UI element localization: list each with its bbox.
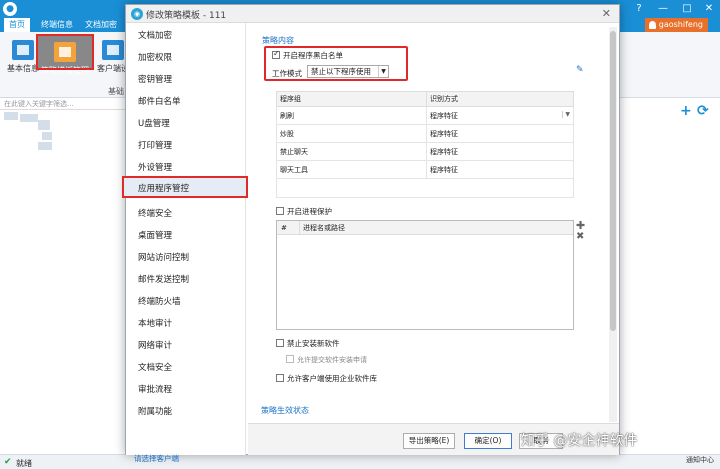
maximize-button[interactable]: □ — [676, 0, 698, 18]
dialog-nav: 文档加密 加密权限 密钥管理 邮件白名单 U盘管理 打印管理 外设管理 应用程序… — [122, 23, 248, 463]
nav-network-audit[interactable]: 网络审计 — [126, 335, 246, 357]
table-row[interactable]: 刷刷 程序特征 ▼ — [276, 106, 574, 125]
nav-print-manage[interactable]: 打印管理 — [126, 135, 246, 157]
detect-method-value: 程序特征 — [430, 111, 458, 120]
tab-doc-encrypt[interactable]: 文档加密 — [80, 18, 122, 32]
work-mode-label: 工作模式 — [272, 69, 302, 78]
minimize-button[interactable]: — — [652, 0, 674, 18]
dialog-title-bar: ◉ 修改策略模板 - 111 ✕ — [126, 5, 619, 23]
edit-pencil-icon[interactable]: ✎ — [576, 65, 584, 75]
nav-extra-features[interactable]: 附属功能 — [126, 401, 246, 423]
table-row[interactable]: 炒股 程序特征 — [276, 124, 574, 143]
tab-terminal-info[interactable]: 终端信息 — [36, 18, 78, 32]
dialog-title: 修改策略模板 - 111 — [146, 11, 227, 21]
scrollbar-thumb[interactable] — [610, 31, 616, 331]
chevron-down-icon[interactable]: ▼ — [562, 110, 570, 118]
watermark: 知乎 @安企神软件 — [521, 433, 638, 449]
allow-client-lib-checkbox[interactable]: 允许客户端使用企业软件库 — [276, 373, 377, 384]
template-manage-button[interactable]: 策略模板管理 — [36, 34, 94, 75]
nav-doc-security[interactable]: 文档安全 — [126, 357, 246, 379]
check-icon: ✔ — [4, 457, 12, 467]
search-input[interactable]: 在此键入关键字筛选... — [0, 98, 127, 110]
nav-doc-encrypt[interactable]: 文档加密 — [126, 25, 246, 47]
nav-encrypt-permission[interactable]: 加密权限 — [126, 47, 246, 69]
help-icon[interactable]: ? — [628, 0, 650, 18]
work-mode-select[interactable]: 禁止以下程序使用 ▼ — [307, 65, 389, 78]
app-logo-icon: ● — [3, 2, 17, 16]
program-group-cell[interactable]: 刷刷 — [276, 106, 427, 125]
detect-method-cell[interactable]: 程序特征 — [426, 142, 574, 161]
add-icon[interactable]: + — [680, 104, 692, 118]
dialog-app-icon: ◉ — [131, 8, 143, 20]
nav-firewall[interactable]: 终端防火墙 — [126, 291, 246, 313]
nav-usb-manage[interactable]: U盘管理 — [126, 113, 246, 135]
allow-submit-label: 允许提交软件安装申请 — [297, 356, 367, 364]
dialog-close-icon[interactable]: ✕ — [602, 7, 611, 20]
checkbox-disabled-icon[interactable] — [286, 355, 294, 363]
status-text: 就绪 — [16, 459, 32, 468]
device-tree[interactable] — [4, 112, 74, 152]
allow-submit-checkbox[interactable]: 允许提交软件安装申请 — [286, 355, 367, 365]
scrollbar[interactable] — [609, 27, 617, 422]
client-icon — [102, 40, 124, 60]
refresh-icon[interactable]: ⟳ — [697, 104, 709, 118]
nav-mail-whitelist[interactable]: 邮件白名单 — [126, 91, 246, 113]
process-protect-checkbox[interactable]: 开启进程保护 — [276, 206, 332, 217]
nav-terminal-security[interactable]: 终端安全 — [126, 203, 246, 225]
checkbox-unchecked-icon[interactable] — [276, 339, 284, 347]
col-number: # — [281, 224, 287, 232]
program-group-cell[interactable]: 禁止聊天 — [276, 142, 427, 161]
tab-home[interactable]: 首页 — [4, 18, 30, 32]
checkbox-unchecked-icon[interactable] — [276, 207, 284, 215]
nav-local-audit[interactable]: 本地审计 — [126, 313, 246, 335]
delete-process-icon[interactable]: ✖ — [576, 231, 584, 242]
col-process-name: 进程名或路径 — [299, 221, 345, 235]
ban-install-label: 禁止安装新软件 — [287, 339, 340, 348]
info-card-icon — [12, 40, 34, 60]
basic-info-label: 基本信息 — [7, 64, 39, 73]
export-button[interactable]: 导出策略(E) — [403, 433, 455, 449]
col-detect-method[interactable]: 识别方式 — [426, 91, 574, 107]
process-table-header: # 进程名或路径 — [277, 221, 573, 235]
ban-install-checkbox[interactable]: 禁止安装新软件 — [276, 338, 340, 349]
strategy-content-heading: 策略内容 — [262, 36, 294, 45]
table-row[interactable]: 禁止聊天 程序特征 — [276, 142, 574, 161]
nav-desktop-manage[interactable]: 桌面管理 — [126, 225, 246, 247]
ribbon-group-label: 基础 — [108, 87, 124, 96]
process-table[interactable]: # 进程名或路径 — [276, 220, 574, 330]
program-group-cell[interactable]: 炒股 — [276, 124, 427, 143]
ok-button[interactable]: 确定(O) — [464, 433, 512, 449]
template-icon — [54, 42, 76, 62]
nav-mail-send[interactable]: 邮件发送控制 — [126, 269, 246, 291]
program-table-empty-area — [276, 165, 574, 198]
select-client-link[interactable]: 请选择客户端 — [134, 453, 179, 464]
enable-blacklist-label: 开启程序黑白名单 — [283, 51, 343, 60]
nav-app-control[interactable]: 应用程序管控 — [122, 176, 248, 198]
nav-key-manage[interactable]: 密钥管理 — [126, 69, 246, 91]
checkbox-unchecked-icon[interactable] — [276, 374, 284, 382]
effect-status-heading[interactable]: 策略生效状态 — [261, 405, 309, 416]
col-program-group[interactable]: 程序组 — [276, 91, 427, 107]
template-label: 策略模板管理 — [41, 66, 89, 75]
work-mode-value: 禁止以下程序使用 — [311, 67, 371, 76]
detect-method-cell[interactable]: 程序特征 ▼ — [426, 106, 574, 125]
process-protect-label: 开启进程保护 — [287, 207, 332, 216]
checkbox-checked-icon[interactable] — [272, 49, 280, 59]
close-button[interactable]: ✕ — [698, 0, 720, 18]
user-badge[interactable]: gaoshifeng — [644, 18, 708, 32]
nav-web-access[interactable]: 网站访问控制 — [126, 247, 246, 269]
status-bar: ✔ 就绪 — [0, 454, 720, 469]
detect-method-cell[interactable]: 程序特征 — [426, 124, 574, 143]
edit-template-dialog: ◉ 修改策略模板 - 111 ✕ 文档加密 加密权限 密钥管理 邮件白名单 U盘… — [122, 4, 620, 463]
chevron-down-icon[interactable]: ▼ — [378, 66, 388, 77]
nav-approval-flow[interactable]: 审批流程 — [126, 379, 246, 401]
enable-blacklist-checkbox[interactable]: 开启程序黑白名单 — [272, 49, 343, 61]
allow-client-lib-label: 允许客户端使用企业软件库 — [287, 374, 377, 383]
notify-center[interactable]: 通知中心 — [686, 455, 714, 465]
